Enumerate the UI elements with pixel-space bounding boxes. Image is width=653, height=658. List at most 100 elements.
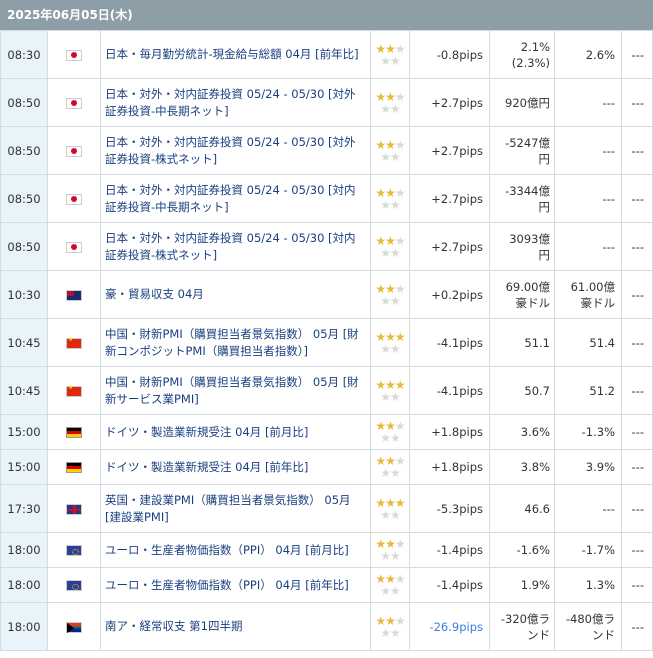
event-name[interactable]: 日本・毎月勤労統計-現金給与総額 04月 [前年比] — [100, 30, 371, 79]
de-flag-icon — [66, 462, 82, 473]
event-name[interactable]: 日本・対外・対内証券投資 05/24 - 05/30 [対内証券投資-株式ネット… — [100, 222, 371, 271]
star-icon: ★ — [390, 389, 401, 404]
importance-stars: ★★★ ★★ — [370, 414, 410, 450]
actual-subtext: ンド — [527, 627, 550, 642]
event-name[interactable]: ユーロ・生産者物価指数（PPI） 04月 [前月比] — [100, 532, 371, 568]
actual-value: 920億円 — [489, 78, 555, 127]
country-flag-cell — [47, 30, 101, 79]
time-text: 17:30 — [7, 501, 41, 516]
previous-value: --- — [621, 318, 653, 367]
actual-value: 2.1% (2.3%) — [489, 30, 555, 79]
event-name[interactable]: 中国・財新PMI（購買担当者景気指数） 05月 [財新コンポジットPMI（購買担… — [100, 318, 371, 367]
event-time: 08:50 — [0, 222, 48, 271]
previous-text: --- — [631, 95, 644, 110]
time-text: 08:50 — [7, 143, 41, 158]
forecast-value: --- — [554, 174, 622, 223]
event-link[interactable]: 日本・対外・対内証券投資 05/24 - 05/30 [対内証券投資-株式ネット… — [105, 231, 356, 262]
cn-flag-icon — [66, 384, 82, 397]
pips-text: +1.8pips — [431, 425, 483, 439]
event-name[interactable]: 豪・貿易収支 04月 — [100, 270, 371, 319]
time-text: 08:50 — [7, 191, 41, 206]
event-name[interactable]: 中国・財新PMI（購買担当者景気指数） 05月 [財新サービス業PMI] — [100, 366, 371, 415]
event-name[interactable]: ドイツ・製造業新規受注 04月 [前年比] — [100, 449, 371, 485]
forecast-subtext: ンド — [592, 627, 615, 642]
event-time: 18:00 — [0, 602, 48, 651]
previous-text: --- — [631, 619, 644, 634]
event-link[interactable]: ユーロ・生産者物価指数（PPI） 04月 [前年比] — [105, 578, 349, 592]
actual-subtext: 円 — [538, 151, 551, 166]
forecast-text: 1.3% — [585, 578, 615, 592]
previous-value: --- — [621, 602, 653, 651]
event-name[interactable]: ユーロ・生産者物価指数（PPI） 04月 [前年比] — [100, 567, 371, 603]
za-flag-icon — [66, 621, 82, 633]
forecast-value: --- — [554, 484, 622, 533]
table-row: 08:50 日本・対外・対内証券投資 05/24 - 05/30 [対内証券投資-… — [0, 174, 653, 223]
event-link[interactable]: 南ア・経常収支 第1四半期 — [105, 619, 242, 633]
actual-value: 51.1 — [489, 318, 555, 367]
forecast-value: -1.3% — [554, 414, 622, 450]
forecast-text: -1.7% — [581, 543, 615, 557]
previous-value: --- — [621, 532, 653, 568]
event-link[interactable]: 豪・貿易収支 04月 — [105, 287, 204, 301]
star-icon: ★ — [380, 149, 391, 164]
country-flag-cell — [47, 366, 101, 415]
jp-flag-icon — [66, 193, 82, 205]
event-name[interactable]: 日本・対外・対内証券投資 05/24 - 05/30 [対外証券投資-株式ネット… — [100, 126, 371, 175]
pips-text: +2.7pips — [431, 95, 483, 110]
importance-stars: ★★★ ★★ — [370, 449, 410, 485]
forecast-text: -1.3% — [581, 425, 615, 439]
actual-text: 69.00億 — [505, 279, 550, 294]
actual-text: -1.6% — [516, 543, 550, 557]
actual-text: -5247億 — [505, 135, 550, 150]
star-icon: ★ — [380, 53, 391, 68]
forecast-value: --- — [554, 222, 622, 271]
pips-value: +2.7pips — [409, 222, 490, 271]
eu-flag-icon — [66, 545, 82, 556]
event-link[interactable]: ユーロ・生産者物価指数（PPI） 04月 [前月比] — [105, 543, 349, 557]
actual-text: 50.7 — [524, 383, 550, 398]
forecast-text: 61.00億 — [570, 279, 615, 294]
actual-value: 3.8% — [489, 449, 555, 485]
time-text: 10:45 — [7, 383, 41, 398]
forecast-text: 51.4 — [589, 335, 615, 350]
actual-text: 3.8% — [520, 460, 550, 474]
event-link[interactable]: 中国・財新PMI（購買担当者景気指数） 05月 [財新コンポジットPMI（購買担… — [105, 327, 359, 358]
event-name[interactable]: 南ア・経常収支 第1四半期 — [100, 602, 371, 651]
event-link[interactable]: 日本・対外・対内証券投資 05/24 - 05/30 [対内証券投資-中長期ネッ… — [105, 183, 356, 214]
previous-text: --- — [631, 501, 644, 516]
event-name[interactable]: ドイツ・製造業新規受注 04月 [前月比] — [100, 414, 371, 450]
forecast-value: 51.2 — [554, 366, 622, 415]
previous-text: --- — [631, 191, 644, 206]
event-link[interactable]: ドイツ・製造業新規受注 04月 [前月比] — [105, 425, 308, 439]
event-link[interactable]: ドイツ・製造業新規受注 04月 [前年比] — [105, 460, 308, 474]
previous-value: --- — [621, 270, 653, 319]
pips-value: -1.4pips — [409, 567, 490, 603]
previous-value: --- — [621, 174, 653, 223]
event-link[interactable]: 日本・対外・対内証券投資 05/24 - 05/30 [対外証券投資-中長期ネッ… — [105, 87, 356, 118]
forecast-text: 51.2 — [589, 383, 615, 398]
forecast-value: 2.6% — [554, 30, 622, 79]
jp-flag-icon — [66, 145, 82, 157]
event-time: 15:00 — [0, 449, 48, 485]
event-link[interactable]: 英国・建設業PMI（購買担当者景気指数） 05月 [建設業PMI] — [105, 493, 351, 524]
star-icon: ★ — [380, 466, 391, 480]
time-text: 18:00 — [7, 543, 41, 557]
pips-value: -4.1pips — [409, 318, 490, 367]
actual-value: -320億ラ ンド — [489, 602, 555, 651]
event-name[interactable]: 日本・対外・対内証券投資 05/24 - 05/30 [対内証券投資-中長期ネッ… — [100, 174, 371, 223]
country-flag-cell — [47, 484, 101, 533]
event-link[interactable]: 中国・財新PMI（購買担当者景気指数） 05月 [財新サービス業PMI] — [105, 375, 359, 406]
previous-text: --- — [631, 460, 644, 474]
previous-value: --- — [621, 567, 653, 603]
event-name[interactable]: 英国・建設業PMI（購買担当者景気指数） 05月 [建設業PMI] — [100, 484, 371, 533]
event-link[interactable]: 日本・毎月勤労統計-現金給与総額 04月 [前年比] — [105, 47, 359, 61]
event-name[interactable]: 日本・対外・対内証券投資 05/24 - 05/30 [対外証券投資-中長期ネッ… — [100, 78, 371, 127]
table-row: 10:45 中国・財新PMI（購買担当者景気指数） 05月 [財新コンポジットPM… — [0, 318, 653, 367]
jp-flag-icon — [66, 49, 82, 61]
previous-value: --- — [621, 484, 653, 533]
actual-subtext: 円 — [538, 199, 551, 214]
event-link[interactable]: 日本・対外・対内証券投資 05/24 - 05/30 [対外証券投資-株式ネット… — [105, 135, 356, 166]
pips-text: +2.7pips — [431, 239, 483, 254]
previous-text: --- — [631, 143, 644, 158]
actual-value: 1.9% — [489, 567, 555, 603]
